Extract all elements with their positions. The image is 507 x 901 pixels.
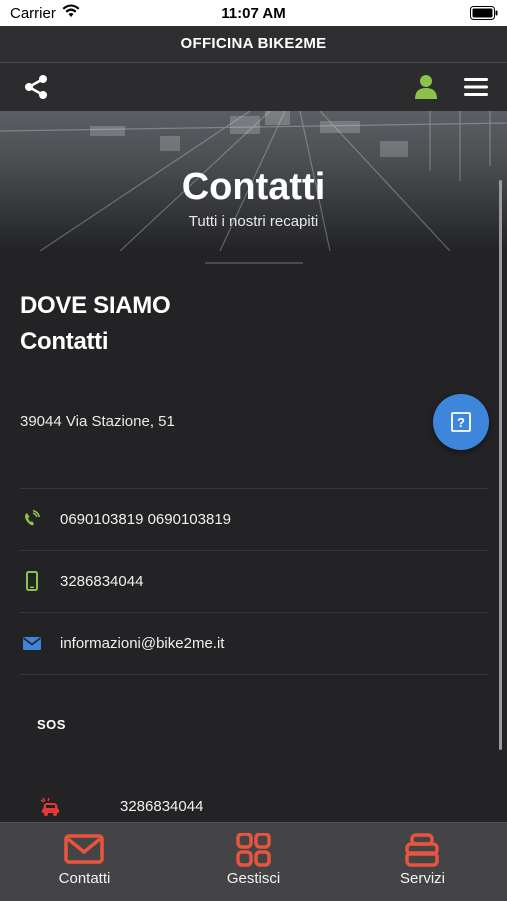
sos-number: 3286834044 — [120, 798, 204, 815]
phone-icon — [25, 509, 41, 526]
tab-label: Servizi — [399, 870, 445, 887]
toolbar — [0, 63, 507, 111]
contact-mobile-text: 3286834044 — [60, 573, 144, 590]
car-crash-icon — [40, 797, 59, 816]
address-text: 39044 Via Stazione, 51 — [20, 413, 175, 430]
envelope-icon — [64, 834, 104, 864]
contact-row-mobile[interactable]: 3286834044 — [20, 550, 488, 613]
battery-icon — [470, 6, 498, 20]
tab-label: Contatti — [58, 870, 111, 887]
contact-row-phone[interactable]: 0690103819 0690103819 — [20, 488, 488, 551]
status-bar: Carrier 11:07 AM — [0, 0, 507, 26]
app-title: OFFICINA BIKE2ME — [180, 35, 327, 52]
tab-contatti[interactable]: Contatti — [0, 823, 169, 901]
contact-row-email[interactable]: informazioni@bike2me.it — [20, 612, 488, 675]
page-title: Contatti — [181, 166, 326, 208]
contact-email-text: informazioni@bike2me.it — [60, 635, 225, 652]
envelope-icon — [23, 637, 41, 650]
hamburger-menu-icon[interactable] — [464, 77, 488, 97]
mobile-icon — [26, 571, 38, 591]
layers-icon — [405, 833, 439, 867]
row-separator — [20, 674, 488, 675]
tab-servizi[interactable]: Servizi — [338, 823, 507, 901]
grid-icon — [236, 833, 271, 867]
sos-label: SOS — [37, 717, 66, 732]
page-subtitle: Tutti i nostri recapiti — [188, 213, 319, 230]
svg-text:?: ? — [457, 415, 465, 430]
help-icon: ? — [451, 412, 471, 432]
clock: 11:07 AM — [221, 5, 286, 22]
help-button[interactable]: ? — [433, 394, 489, 450]
share-icon[interactable] — [23, 74, 49, 100]
hero-banner: Contatti Tutti i nostri recapiti — [0, 111, 507, 251]
section-heading: DOVE SIAMO — [20, 292, 171, 319]
app-title-bar: OFFICINA BIKE2ME — [0, 26, 507, 64]
section-subheading: Contatti — [20, 328, 109, 355]
contact-phone-text: 0690103819 0690103819 — [60, 511, 232, 528]
divider — [205, 262, 303, 264]
scrollbar[interactable] — [499, 180, 502, 750]
user-icon[interactable] — [414, 74, 438, 100]
tab-label: Gestisci — [226, 870, 281, 887]
tab-gestisci[interactable]: Gestisci — [169, 823, 338, 901]
bottom-tab-bar: Contatti Gestisci Servizi — [0, 822, 507, 901]
